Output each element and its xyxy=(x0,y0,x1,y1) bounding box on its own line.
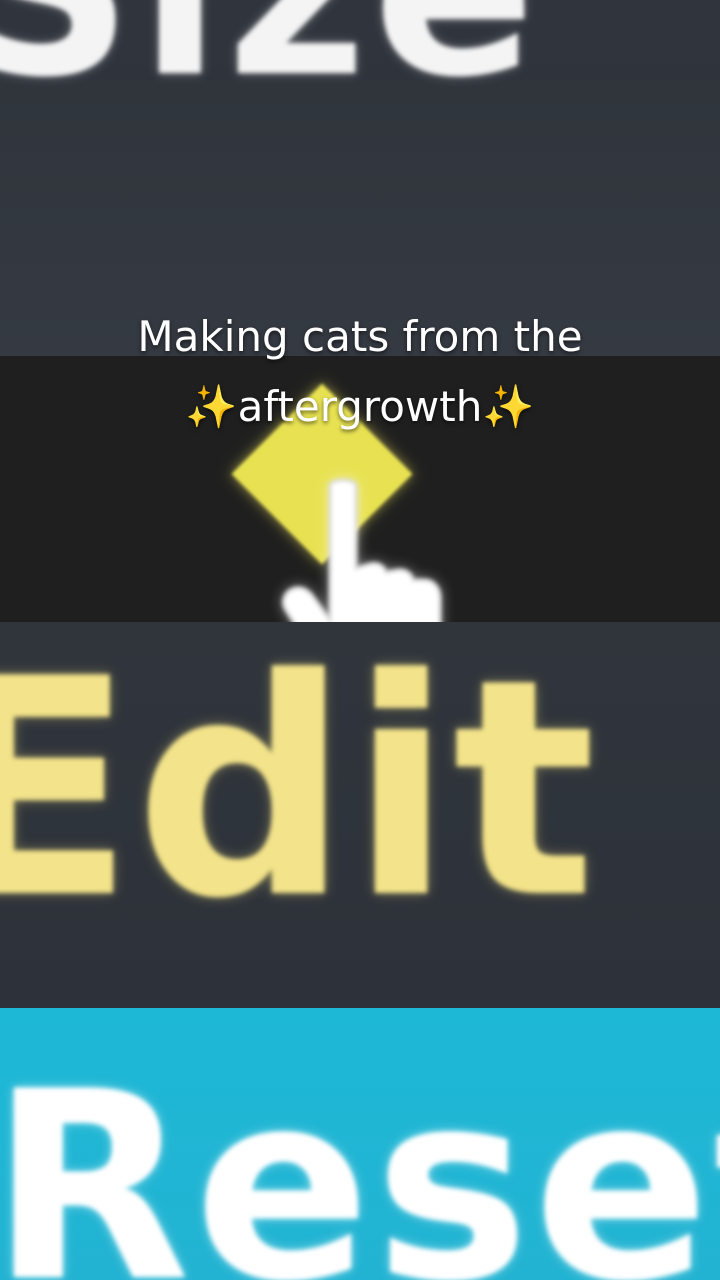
edit-option[interactable]: Edit xyxy=(0,640,596,940)
size-heading: Size xyxy=(0,0,542,130)
sparkles-icon: ✨ xyxy=(185,382,238,431)
caption-line-2: ✨aftergrowth✨ xyxy=(0,372,720,442)
caption-line-1: Making cats from the xyxy=(137,312,583,361)
reset-button-label: Reset xyxy=(0,1037,720,1280)
reset-button[interactable]: Reset xyxy=(0,1008,720,1280)
caption-line-2-text: aftergrowth xyxy=(237,382,483,431)
game-screen: Size Edit Reset Making cats from the ✨af… xyxy=(0,0,720,1280)
video-caption: Making cats from the ✨aftergrowth✨ xyxy=(0,302,720,442)
sparkles-icon: ✨ xyxy=(482,382,535,431)
